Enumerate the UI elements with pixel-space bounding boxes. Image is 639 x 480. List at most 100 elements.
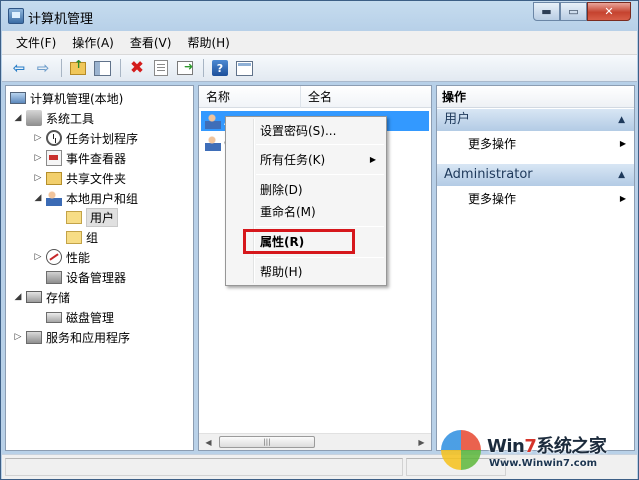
close-button[interactable]: ✕: [587, 2, 631, 21]
tree-item-local-users-groups[interactable]: ◢ 本地用户和组: [32, 188, 138, 208]
performance-icon: [46, 249, 62, 265]
toolbar: ⇦ ⇨ ✖ ?: [2, 55, 637, 82]
tree-item-system-tools[interactable]: ◢ 系统工具: [12, 108, 94, 128]
actions-section-users[interactable]: 用户 ▲: [437, 109, 634, 131]
shared-folder-icon: [46, 171, 62, 185]
event-viewer-icon: [46, 150, 62, 166]
menu-help[interactable]: 帮助(H): [179, 32, 237, 53]
expanded-arrow-icon[interactable]: ◢: [12, 113, 24, 123]
properties-highlight-box: [243, 229, 355, 254]
collapsed-arrow-icon[interactable]: ▷: [32, 252, 44, 262]
tree-item-label: 磁盘管理: [66, 310, 115, 325]
collapsed-arrow-icon[interactable]: ▷: [32, 173, 44, 183]
more-actions-item[interactable]: 更多操作 ▶: [468, 189, 628, 209]
device-manager-icon: [46, 270, 62, 284]
tree-item-disk-management[interactable]: 磁盘管理: [44, 307, 114, 327]
forward-icon: ⇨: [36, 59, 50, 77]
minimize-button[interactable]: ▬: [533, 2, 560, 21]
delete-button[interactable]: ✖: [126, 58, 148, 79]
collapsed-arrow-icon[interactable]: ▷: [32, 153, 44, 163]
menu-item-rename[interactable]: 重命名(M): [260, 202, 316, 222]
windows-logo-icon: [441, 430, 481, 470]
menu-file[interactable]: 文件(F): [8, 32, 64, 53]
up-folder-icon: [70, 58, 86, 75]
menu-item-all-tasks[interactable]: 所有任务(K): [260, 150, 384, 170]
tree-item-storage[interactable]: ◢ 存储: [12, 287, 70, 307]
tree-item-users[interactable]: 用户: [64, 207, 119, 227]
minimize-icon: ▬: [541, 5, 552, 18]
menu-view[interactable]: 查看(V): [122, 32, 180, 53]
collapsed-arrow-icon[interactable]: ▷: [32, 133, 44, 143]
watermark: Win7系统之家 Www.Winwin7.com: [437, 428, 637, 478]
title-bar[interactable]: 计算机管理 ▬ ▭ ✕: [1, 1, 638, 31]
tree-item-task-scheduler[interactable]: ▷ 任务计划程序: [32, 128, 138, 148]
tree-item-computer-management[interactable]: 计算机管理(本地): [8, 88, 123, 108]
tree-item-label: 服务和应用程序: [46, 330, 131, 345]
tree-item-performance[interactable]: ▷ 性能: [32, 247, 90, 267]
tree-item-label: 设备管理器: [66, 270, 127, 285]
tree-item-event-viewer[interactable]: ▷ 事件查看器: [32, 148, 126, 168]
up-level-button[interactable]: [67, 58, 89, 79]
properties-button[interactable]: [150, 58, 172, 79]
collapsed-arrow-icon[interactable]: ▷: [12, 332, 24, 342]
scroll-thumb[interactable]: |||: [219, 436, 315, 448]
users-groups-icon: [46, 190, 62, 206]
menu-separator: [256, 226, 384, 227]
close-icon: ✕: [604, 5, 614, 18]
column-header-name[interactable]: 名称: [199, 86, 301, 108]
actions-section-administrator[interactable]: Administrator ▲: [437, 164, 634, 186]
watermark-brand-number: 7: [524, 436, 537, 457]
back-icon: ⇦: [12, 59, 26, 77]
maximize-icon: ▭: [568, 5, 579, 18]
tree-item-shared-folders[interactable]: ▷ 共享文件夹: [32, 168, 126, 188]
scroll-right-icon[interactable]: ▶: [414, 436, 429, 449]
menu-item-set-password[interactable]: 设置密码(S)...: [260, 121, 336, 141]
submenu-arrow-icon: ▶: [369, 155, 376, 164]
tree-item-groups[interactable]: 组: [64, 227, 98, 247]
watermark-brand: Win7系统之家: [487, 432, 607, 458]
tree-item-services-applications[interactable]: ▷ 服务和应用程序: [12, 327, 130, 347]
scroll-left-icon[interactable]: ◀: [201, 436, 216, 449]
toolbar-separator: [120, 59, 121, 77]
list-header: 名称 全名: [199, 86, 431, 108]
menu-action[interactable]: 操作(A): [64, 32, 122, 53]
help-button[interactable]: ?: [209, 58, 231, 79]
export-button[interactable]: [174, 58, 196, 79]
context-menu: 设置密码(S)... 所有任务(K) ▶ 删除(D) 重命名(M) 属性(R) …: [225, 116, 387, 286]
back-button[interactable]: ⇦: [8, 58, 30, 79]
view-button[interactable]: [233, 58, 255, 79]
computer-icon: [10, 92, 26, 104]
submenu-arrow-icon: ▶: [619, 139, 626, 148]
expanded-arrow-icon[interactable]: ◢: [32, 193, 44, 203]
menu-bar: 文件(F) 操作(A) 查看(V) 帮助(H): [2, 31, 637, 55]
storage-icon: [26, 291, 42, 303]
tree-item-device-manager[interactable]: 设备管理器: [44, 267, 126, 287]
menu-separator: [256, 144, 384, 145]
export-icon: [177, 60, 193, 75]
menu-item-delete[interactable]: 删除(D): [260, 180, 303, 200]
collapse-icon[interactable]: ▲: [618, 164, 625, 186]
toolbar-separator: [203, 59, 204, 77]
disk-icon: [46, 311, 62, 323]
watermark-brand-prefix: Win: [487, 436, 525, 457]
horizontal-scrollbar[interactable]: ◀ ||| ▶: [199, 433, 431, 450]
more-actions-label: 更多操作: [468, 137, 517, 151]
forward-button[interactable]: ⇨: [32, 58, 54, 79]
folder-icon: [66, 230, 82, 244]
properties-icon: [154, 60, 168, 76]
maximize-button[interactable]: ▭: [560, 2, 587, 21]
clock-icon: [46, 130, 62, 146]
more-actions-item[interactable]: 更多操作 ▶: [468, 134, 628, 154]
window-controls: ▬ ▭ ✕: [533, 2, 631, 21]
tree-item-label: 存储: [46, 290, 71, 305]
menu-item-help[interactable]: 帮助(H): [260, 262, 302, 282]
menu-separator: [256, 174, 384, 175]
expanded-arrow-icon[interactable]: ◢: [12, 292, 24, 302]
column-header-fullname[interactable]: 全名: [301, 86, 431, 108]
menu-item-label: 所有任务(K): [260, 153, 326, 167]
show-hide-tree-button[interactable]: [91, 58, 113, 79]
more-actions-label: 更多操作: [468, 192, 517, 206]
section-header-label: 用户: [444, 112, 471, 127]
tree-item-label: 组: [86, 230, 99, 245]
collapse-icon[interactable]: ▲: [618, 109, 625, 131]
